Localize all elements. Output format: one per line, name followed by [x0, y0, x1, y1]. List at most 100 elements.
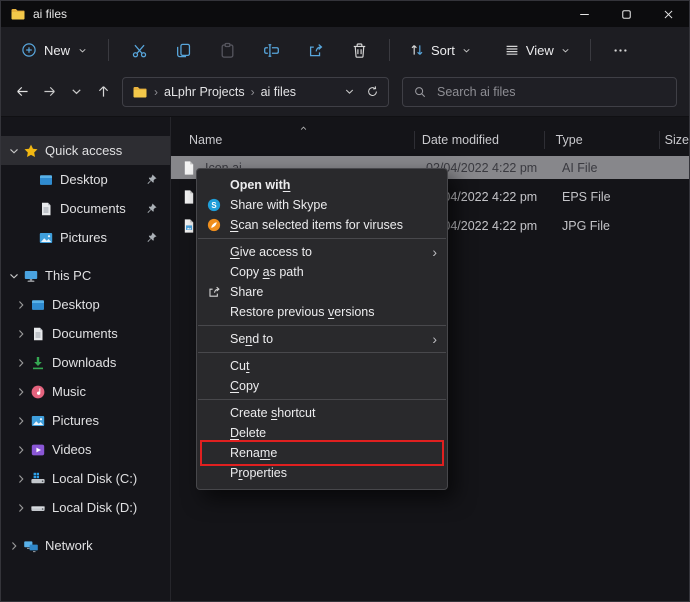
share-button[interactable]	[295, 33, 335, 67]
sidebar-item-videos[interactable]: Videos	[1, 435, 170, 464]
address-bar: › aLphr Projects › ai files	[1, 73, 689, 117]
sidebar-item-label: Videos	[52, 442, 92, 457]
address-dropdown-icon[interactable]	[343, 85, 356, 98]
menu-item-label: Share	[230, 285, 263, 299]
sidebar-item-label: Local Disk (D:)	[52, 500, 137, 515]
sidebar-item-documents[interactable]: Documents	[1, 319, 170, 348]
sidebar-item-label: Documents	[60, 201, 126, 216]
menu-item-label: Give access to	[230, 245, 312, 259]
menu-item-rename[interactable]: Rename	[197, 443, 447, 463]
refresh-icon[interactable]	[366, 85, 379, 98]
menu-item-label: Create shortcut	[230, 406, 315, 420]
sort-button[interactable]: Sort	[400, 36, 481, 64]
sidebar-item-music[interactable]: Music	[1, 377, 170, 406]
close-button[interactable]	[647, 1, 689, 27]
drive-icon	[30, 500, 46, 516]
delete-button[interactable]	[339, 33, 379, 67]
column-header-label: Size	[665, 133, 689, 147]
chev-right-icon	[14, 443, 28, 457]
breadcrumb-segment[interactable]: ai files	[261, 85, 296, 99]
share-icon	[307, 42, 324, 59]
menu-item-copy[interactable]: Copy	[197, 376, 447, 396]
navigation-pane: Quick accessDesktopDocumentsPicturesThis…	[1, 117, 171, 601]
recent-locations-button[interactable]	[63, 78, 90, 105]
file-icon	[181, 189, 197, 205]
menu-item-label: Copy as path	[230, 265, 304, 279]
menu-item-restore-previous-versions[interactable]: Restore previous versions	[197, 302, 447, 322]
sidebar-item-documents[interactable]: Documents	[1, 194, 170, 223]
sidebar-item-quick-access[interactable]: Quick access	[1, 136, 170, 165]
sidebar-item-this-pc[interactable]: This PC	[1, 261, 170, 290]
menu-item-give-access-to[interactable]: Give access to›	[197, 242, 447, 262]
sidebar-item-local-disk-c[interactable]: Local Disk (C:)	[1, 464, 170, 493]
sidebar-item-label: Desktop	[60, 172, 108, 187]
back-button[interactable]	[9, 78, 36, 105]
sidebar-item-pictures[interactable]: Pictures	[1, 223, 170, 252]
column-header-name[interactable]: Name	[171, 127, 414, 153]
sidebar-item-local-disk-d[interactable]: Local Disk (D:)	[1, 493, 170, 522]
chev-right-icon	[14, 472, 28, 486]
paste-button[interactable]	[207, 33, 247, 67]
search-box[interactable]	[402, 77, 677, 107]
sidebar-item-desktop[interactable]: Desktop	[1, 290, 170, 319]
column-header-size[interactable]: Size	[659, 127, 689, 153]
menu-item-open-with[interactable]: Open with	[197, 175, 447, 195]
up-button[interactable]	[90, 78, 117, 105]
forward-button[interactable]	[36, 78, 63, 105]
file-explorer-window: ai files New Sort View	[0, 0, 690, 602]
column-header-date-modified[interactable]: Date modified	[414, 127, 544, 153]
menu-item-label: Properties	[230, 466, 287, 480]
sidebar-item-pictures[interactable]: Pictures	[1, 406, 170, 435]
breadcrumb-actions	[343, 85, 379, 98]
column-header-type[interactable]: Type	[544, 127, 659, 153]
file-size	[667, 182, 689, 211]
pin-icon	[145, 231, 158, 244]
copy-icon	[175, 42, 192, 59]
breadcrumb-segment[interactable]: aLphr Projects	[164, 85, 245, 99]
sidebar-item-desktop[interactable]: Desktop	[1, 165, 170, 194]
menu-item-properties[interactable]: Properties	[197, 463, 447, 483]
rename-button[interactable]	[251, 33, 291, 67]
menu-separator	[198, 352, 446, 353]
column-header-row: NameDate modifiedType Size	[171, 127, 689, 153]
search-input[interactable]	[435, 84, 666, 100]
breadcrumb-separator-icon: ›	[251, 85, 255, 99]
copy-button[interactable]	[163, 33, 203, 67]
menu-item-cut[interactable]: Cut	[197, 356, 447, 376]
skype-icon: S	[207, 198, 221, 212]
context-menu: Open withSShare with SkypeScan selected …	[196, 168, 448, 490]
menu-item-create-shortcut[interactable]: Create shortcut	[197, 403, 447, 423]
file-type: JPG File	[550, 211, 667, 240]
cut-button[interactable]	[119, 33, 159, 67]
pin-icon	[145, 202, 158, 215]
file-image-icon	[181, 218, 197, 234]
sort-icon	[409, 42, 425, 58]
chevron-down-icon	[461, 45, 472, 56]
share-menu-icon	[207, 285, 221, 299]
menu-item-share[interactable]: Share	[197, 282, 447, 302]
svg-text:S: S	[211, 201, 216, 210]
menu-item-send-to[interactable]: Send to›	[197, 329, 447, 349]
maximize-button[interactable]	[605, 1, 647, 27]
view-button[interactable]: View	[495, 36, 580, 64]
sidebar-item-label: Music	[52, 384, 86, 399]
new-button[interactable]: New	[11, 36, 98, 64]
sort-button-label: Sort	[431, 43, 455, 58]
downloads-icon	[30, 355, 46, 371]
sidebar-item-label: Network	[45, 538, 93, 553]
view-icon	[504, 42, 520, 58]
sidebar-item-network[interactable]: Network	[1, 531, 170, 560]
menu-item-label: Send to	[230, 332, 273, 346]
menu-item-label: Cut	[230, 359, 249, 373]
minimize-button[interactable]	[563, 1, 605, 27]
menu-item-scan-selected-items-for-viruses[interactable]: Scan selected items for viruses	[197, 215, 447, 235]
breadcrumb[interactable]: › aLphr Projects › ai files	[122, 77, 389, 107]
file-size	[667, 211, 689, 240]
pictures-icon	[38, 230, 54, 246]
sidebar-item-downloads[interactable]: Downloads	[1, 348, 170, 377]
menu-item-copy-as-path[interactable]: Copy as path	[197, 262, 447, 282]
menu-item-share-with-skype[interactable]: SShare with Skype	[197, 195, 447, 215]
see-more-button[interactable]	[601, 33, 641, 67]
menu-item-delete[interactable]: Delete	[197, 423, 447, 443]
documents-icon	[30, 326, 46, 342]
